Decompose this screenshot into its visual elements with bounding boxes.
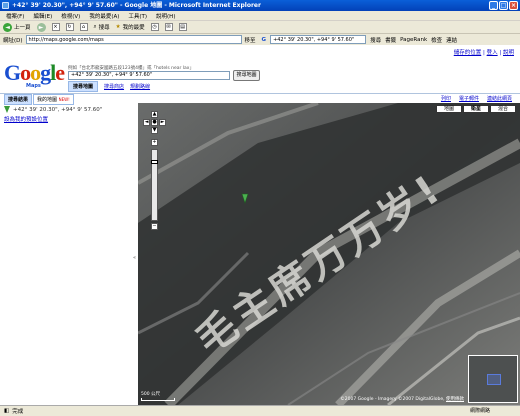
search-label: 搜尋 xyxy=(98,25,110,31)
scale-line xyxy=(141,398,175,401)
mail-icon[interactable]: ✉ xyxy=(164,23,173,31)
scale-bar: 500 公尺 xyxy=(141,391,175,401)
tab-search-businesses[interactable]: 搜尋商店 xyxy=(104,81,124,92)
overview-map[interactable] xyxy=(468,355,518,403)
window-controls: _ □ × xyxy=(489,1,518,10)
ie-icon xyxy=(2,2,9,9)
menu-favorites[interactable]: 我的最愛(A) xyxy=(89,12,119,20)
pan-left-button[interactable]: ◄ xyxy=(143,119,150,126)
google-toolbar-search-input[interactable]: +42° 39' 20.30", +94° 9' 57.60" xyxy=(270,35,367,44)
search-button[interactable]: ⌕ 搜尋 xyxy=(93,23,110,32)
overview-viewport[interactable] xyxy=(487,374,501,385)
address-bar: 網址(D) http://maps.google.com/maps 移至 G +… xyxy=(0,34,520,45)
pan-down-button[interactable]: ▼ xyxy=(151,127,158,134)
window-titlebar: +42° 39' 20.30", +94° 9' 57.60" - Google… xyxy=(0,0,520,11)
zoom-out-button[interactable]: − xyxy=(151,223,158,230)
print-icon[interactable]: ▤ xyxy=(178,23,187,31)
back-label: 上一頁 xyxy=(14,25,31,31)
terms-link[interactable]: 使用條款 xyxy=(446,397,464,402)
google-toolbar-check[interactable]: 檢查 xyxy=(431,36,442,44)
home-icon[interactable]: ⌂ xyxy=(79,23,88,31)
back-button[interactable]: ◄ 上一頁 xyxy=(3,22,31,32)
search-icon: ⌕ xyxy=(93,23,97,30)
pan-up-button[interactable]: ▲ xyxy=(151,111,158,118)
saved-locations-link[interactable]: 儲存的位置 xyxy=(454,50,482,56)
account-links: 儲存的位置 | 登入 | 說明 xyxy=(453,50,514,56)
links-button[interactable]: 連結 xyxy=(446,36,457,44)
google-logo[interactable]: Google xyxy=(4,62,65,84)
google-toolbar-pagerank[interactable]: PageRank xyxy=(400,37,427,43)
favorites-button[interactable]: ★ 我的最愛 xyxy=(116,23,145,31)
map-type-hybrid[interactable]: 混合 xyxy=(490,105,516,113)
map-type-map[interactable]: 地圖 xyxy=(436,105,462,113)
collapse-sidebar-button[interactable]: « xyxy=(133,255,136,261)
set-default-location-link[interactable]: 設為我的預設位置 xyxy=(4,115,102,123)
maps-sublogo: Maps xyxy=(26,83,41,89)
star-icon: ★ xyxy=(115,24,121,30)
menu-file[interactable]: 檔案(F) xyxy=(6,12,24,20)
go-button[interactable]: 移至 xyxy=(245,36,256,44)
page-content: 儲存的位置 | 登入 | 說明 Google Maps 例如「台北市龍安國路五段… xyxy=(0,45,520,405)
tab-my-maps[interactable]: 我的地圖 NEW! xyxy=(33,94,74,105)
favorites-label: 我的最愛 xyxy=(122,25,145,31)
forward-button[interactable]: ► xyxy=(36,22,46,32)
browser-toolbar: ◄ 上一頁 ► × ↻ ⌂ ⌕ 搜尋 ★ 我的最愛 ◷ ✉ ▤ xyxy=(0,21,520,34)
map-pin-icon[interactable] xyxy=(4,106,10,113)
menu-edit[interactable]: 編輯(E) xyxy=(33,12,52,20)
result-title: +42° 39' 20.30", +94° 9' 57.60" xyxy=(13,107,103,113)
tab-directions[interactable]: 規劃路線 xyxy=(130,81,150,92)
minimize-button[interactable]: _ xyxy=(489,1,498,10)
google-toolbar-search-button[interactable]: 搜尋 xyxy=(370,36,381,44)
link-to-page[interactable]: 連結此網頁 xyxy=(487,95,512,102)
status-bar: ◧ 完成 網際網路 xyxy=(0,405,520,416)
zoom-slider[interactable] xyxy=(151,149,158,221)
google-toolbar-logo: G xyxy=(261,36,267,43)
close-button[interactable]: × xyxy=(509,1,518,10)
map-type-satellite[interactable]: 衛星 xyxy=(463,105,489,113)
status-text: 完成 xyxy=(12,409,24,415)
menu-bar: 檔案(F) 編輯(E) 檢視(V) 我的最愛(A) 工具(T) 說明(H) xyxy=(0,11,520,21)
print-link[interactable]: 列印 xyxy=(441,95,451,102)
map-search-input[interactable]: +42° 39' 20.30", +94° 9' 57.60" xyxy=(68,71,230,80)
address-label: 網址(D) xyxy=(3,37,23,44)
left-panel-tabs: 搜尋結果 我的地圖 NEW! xyxy=(4,94,74,105)
refresh-icon[interactable]: ↻ xyxy=(65,23,74,31)
scale-label: 500 公尺 xyxy=(141,392,161,397)
search-maps-button[interactable]: 搜尋地圖 xyxy=(233,70,260,81)
address-input[interactable]: http://maps.google.com/maps xyxy=(25,35,242,44)
satellite-imagery: 毛 主 席 万 万 岁 ! xyxy=(138,103,520,405)
window-title: +42° 39' 20.30", +94° 9' 57.60" - Google… xyxy=(12,2,261,9)
google-toolbar: G +42° 39' 20.30", +94° 9' 57.60" 搜尋 書籤 … xyxy=(261,35,457,44)
menu-tools[interactable]: 工具(T) xyxy=(128,12,147,20)
reset-view-button[interactable]: ● xyxy=(151,119,158,126)
search-result: +42° 39' 20.30", +94° 9' 57.60" 設為我的預設位置 xyxy=(4,106,102,123)
utility-links: 列印 電子郵件 連結此網頁 xyxy=(0,93,520,103)
new-badge: NEW! xyxy=(58,97,70,102)
email-link[interactable]: 電子郵件 xyxy=(459,95,479,102)
map-copyright: ©2007 Google - Imagery ©2007 DigitalGlob… xyxy=(340,396,464,402)
back-arrow-icon: ◄ xyxy=(3,22,12,32)
menu-help[interactable]: 說明(H) xyxy=(156,12,175,20)
zoom-slider-thumb[interactable] xyxy=(151,160,158,164)
menu-view[interactable]: 檢視(V) xyxy=(61,12,80,20)
sign-in-link[interactable]: 登入 xyxy=(487,50,498,56)
my-maps-label: 我的地圖 xyxy=(37,97,58,103)
stop-icon[interactable]: × xyxy=(51,23,60,31)
maximize-button[interactable]: □ xyxy=(499,1,508,10)
zoom-in-button[interactable]: + xyxy=(151,139,158,146)
history-icon[interactable]: ◷ xyxy=(150,23,159,31)
tab-search-maps[interactable]: 搜尋地圖 xyxy=(68,81,99,92)
map-type-controls: 地圖 衛星 混合 xyxy=(436,105,516,113)
google-toolbar-bookmarks[interactable]: 書籤 xyxy=(385,36,396,44)
satellite-map[interactable]: 毛 主 席 万 万 岁 ! 地圖 衛星 混合 ▲ ◄ ● ► ▼ + − 500… xyxy=(138,103,520,405)
help-link[interactable]: 說明 xyxy=(503,50,514,56)
tab-search-results[interactable]: 搜尋結果 xyxy=(4,94,33,105)
copyright-text: ©2007 Google - Imagery ©2007 DigitalGlob… xyxy=(340,397,446,402)
security-zone: 網際網路 xyxy=(469,408,490,414)
search-tabs: 搜尋地圖 搜尋商店 規劃路線 xyxy=(68,81,150,92)
status-icon: ◧ xyxy=(4,408,10,414)
address-url: http://maps.google.com/maps xyxy=(28,36,104,43)
pan-right-button[interactable]: ► xyxy=(159,119,166,126)
